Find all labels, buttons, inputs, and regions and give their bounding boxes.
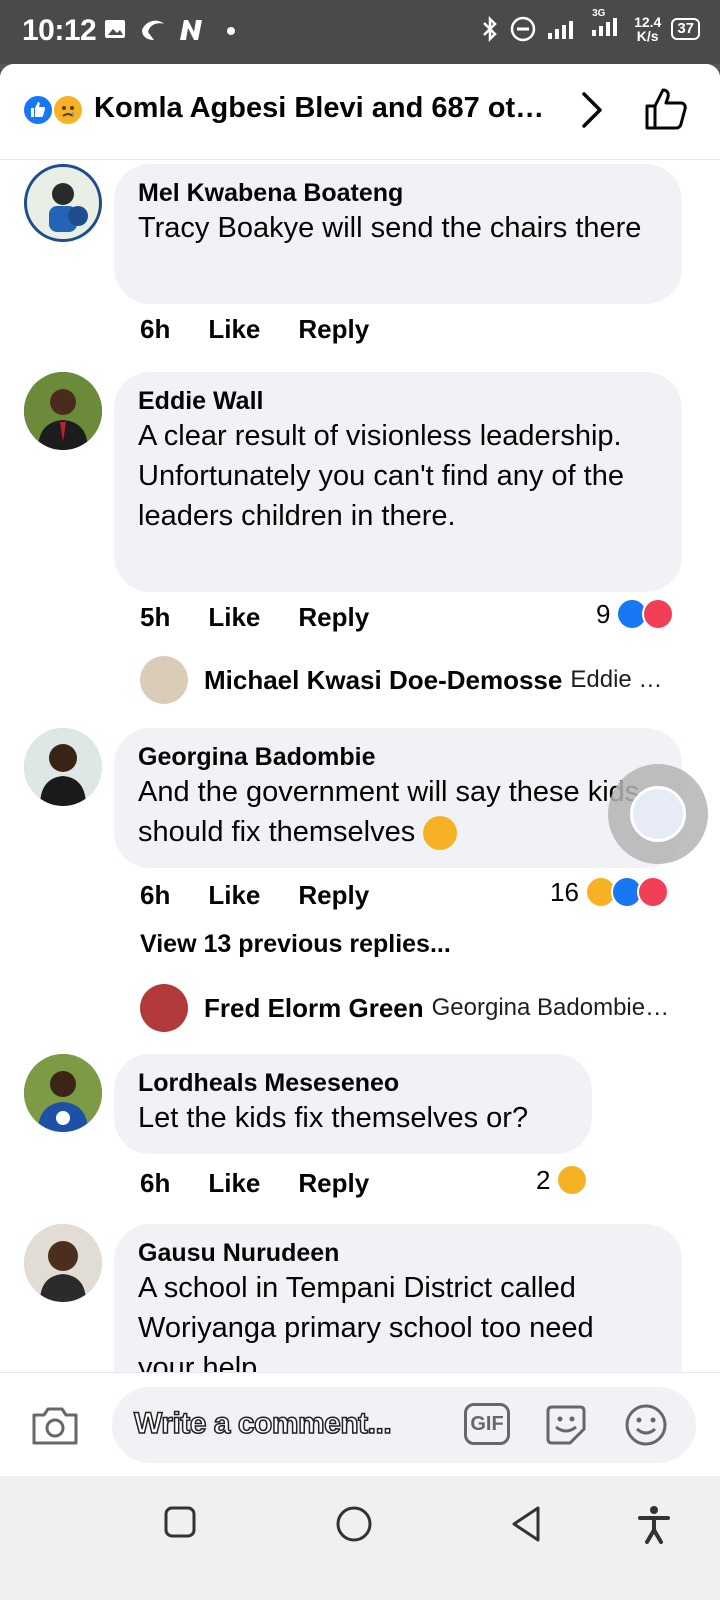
comment-composer: Write a comment... GIF	[0, 1372, 720, 1476]
comment-bubble[interactable]: Lordheals Meseseneo Let the kids fix the…	[114, 1054, 592, 1154]
emoji-icon[interactable]	[622, 1401, 670, 1449]
comment-author[interactable]: Gausu Nurudeen	[138, 1238, 658, 1268]
avatar[interactable]	[24, 1054, 102, 1132]
chat-head-avatar	[630, 786, 686, 842]
avatar[interactable]	[24, 372, 102, 450]
comment-text: A clear result of visionless leadership.	[138, 420, 622, 452]
reactions-header[interactable]: Komla Agbesi Blevi and 687 ot…	[0, 64, 720, 160]
like-post-icon[interactable]	[644, 86, 688, 132]
like-reaction-icon	[22, 94, 54, 126]
sad-emoji-icon	[423, 816, 458, 851]
comment-author[interactable]: Mel Kwabena Boateng	[138, 178, 658, 208]
gif-button[interactable]: GIF	[464, 1403, 510, 1445]
network-type: 3G	[590, 8, 624, 43]
reply-author[interactable]: Michael Kwasi Doe-Demosse	[204, 665, 562, 696]
do-not-disturb-icon	[510, 16, 536, 41]
comment-list[interactable]: Mel Kwabena Boateng Tracy Boakye will se…	[0, 160, 720, 1404]
comment-time[interactable]: 6h	[140, 314, 170, 345]
reply-preview[interactable]: Michael Kwasi Doe-Demosse Eddie W…	[140, 656, 680, 704]
reply-button[interactable]: Reply	[298, 1168, 369, 1199]
reply-snippet: Georgina Badombie…	[431, 994, 670, 1021]
status-time: 10:12	[22, 14, 97, 47]
comment-time[interactable]: 6h	[140, 1168, 170, 1199]
gallery-icon	[105, 20, 125, 38]
love-reaction-icon	[642, 598, 675, 630]
signal-strength-icon	[548, 20, 574, 39]
bluetooth-icon	[483, 15, 497, 42]
like-button[interactable]: Like	[208, 314, 260, 345]
like-button[interactable]: Like	[208, 880, 260, 911]
comment-bubble[interactable]: Eddie Wall A clear result of visionless …	[114, 372, 682, 592]
back-icon[interactable]	[508, 1504, 544, 1544]
reply-button[interactable]: Reply	[298, 880, 369, 911]
reply-preview[interactable]: Fred Elorm Green Georgina Badombie…	[140, 984, 680, 1032]
reply-button[interactable]: Reply	[298, 602, 369, 633]
reply-snippet: Eddie W…	[570, 666, 680, 693]
reaction-summary[interactable]: 9	[596, 598, 675, 630]
avatar[interactable]	[140, 656, 188, 704]
comment-text: A school in Tempani District called Wori…	[138, 1272, 594, 1384]
reactions-summary[interactable]: Komla Agbesi Blevi and 687 ot…	[94, 92, 554, 125]
sad-reaction-icon	[52, 94, 84, 126]
reaction-count: 2	[536, 1164, 551, 1195]
floating-chat-head[interactable]	[608, 764, 708, 864]
comment-bubble[interactable]: Georgina Badombie And the government wil…	[114, 728, 682, 868]
sticker-icon[interactable]	[542, 1401, 590, 1449]
comment-text: Let the kids fix themselves or?	[138, 1102, 529, 1134]
recent-apps-icon[interactable]	[162, 1504, 198, 1540]
comment-input-placeholder: Write a comment...	[133, 1406, 392, 1441]
comment-bubble[interactable]: Mel Kwabena Boateng Tracy Boakye will se…	[114, 164, 682, 304]
home-icon[interactable]	[334, 1504, 374, 1544]
netflix-n-icon	[180, 20, 202, 40]
comment-actions: 6h Like Reply	[140, 880, 369, 911]
battery-indicator: 37	[671, 17, 700, 40]
signal-app-icon	[142, 20, 164, 40]
comment-author[interactable]: Lordheals Meseseneo	[138, 1068, 568, 1098]
view-previous-replies-link[interactable]: View 13 previous replies...	[140, 930, 451, 959]
comment-author[interactable]: Eddie Wall	[138, 386, 658, 416]
dot-icon	[227, 27, 235, 35]
accessibility-icon[interactable]	[636, 1504, 672, 1544]
avatar[interactable]	[24, 728, 102, 806]
system-navigation-bar	[0, 1476, 720, 1600]
comment-text: And the government will say these kids s…	[138, 772, 658, 852]
reaction-count: 9	[596, 598, 611, 629]
reaction-count: 16	[550, 876, 579, 907]
comment-time[interactable]: 5h	[140, 602, 170, 633]
haha-reaction-icon	[556, 1164, 589, 1196]
comment-text: Tracy Boakye will send the chairs there	[138, 212, 642, 244]
status-bar: 10:12 3G 12.4 K/s 37	[0, 0, 720, 64]
comments-sheet: Komla Agbesi Blevi and 687 ot… Mel Kwabe…	[0, 64, 720, 1404]
reaction-summary[interactable]: 2	[536, 1164, 589, 1196]
comment-input[interactable]: Write a comment... GIF	[112, 1387, 696, 1463]
comment-actions: 5h Like Reply	[140, 602, 369, 633]
comment-actions: 6h Like Reply	[140, 1168, 369, 1199]
like-button[interactable]: Like	[208, 602, 260, 633]
like-button[interactable]: Like	[208, 1168, 260, 1199]
camera-icon[interactable]	[30, 1403, 80, 1447]
comment-actions: 6h Like Reply	[140, 314, 369, 345]
chevron-right-icon[interactable]	[580, 90, 604, 130]
love-reaction-icon	[636, 876, 669, 908]
comment-author[interactable]: Georgina Badombie	[138, 742, 658, 772]
comment-text: Unfortunately you can't find any of the …	[138, 460, 624, 532]
reply-author[interactable]: Fred Elorm Green	[204, 993, 424, 1024]
reply-button[interactable]: Reply	[298, 314, 369, 345]
avatar[interactable]	[140, 984, 188, 1032]
avatar[interactable]	[24, 1224, 102, 1302]
reaction-summary[interactable]: 16	[550, 876, 669, 908]
avatar[interactable]	[24, 164, 102, 242]
network-speed: 12.4 K/s	[634, 13, 662, 44]
comment-time[interactable]: 6h	[140, 880, 170, 911]
